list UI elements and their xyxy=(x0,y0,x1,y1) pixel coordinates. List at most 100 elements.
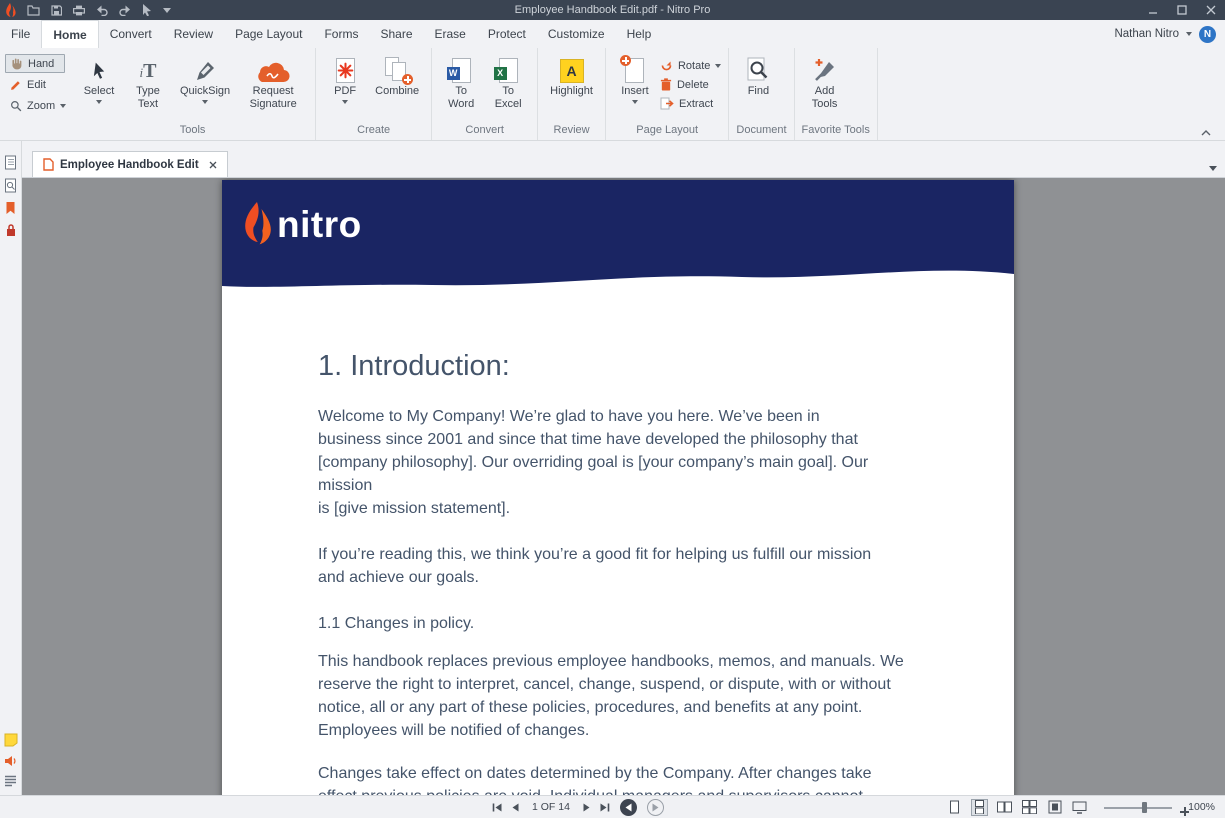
view-fullscreen-button[interactable] xyxy=(1071,799,1088,816)
trash-icon xyxy=(660,78,672,91)
previous-view-button[interactable] xyxy=(620,799,637,816)
page-header-band: nitro xyxy=(222,180,1014,260)
menu-file[interactable]: File xyxy=(0,20,41,48)
to-word-button[interactable]: W To Word xyxy=(439,51,483,112)
view-continuous-button[interactable] xyxy=(971,799,988,816)
select-button[interactable]: Select xyxy=(77,51,121,106)
zoom-tool-button[interactable]: Zoom xyxy=(5,97,65,115)
insert-button[interactable]: Insert xyxy=(613,51,657,106)
minimize-button[interactable] xyxy=(1138,0,1167,20)
redo-icon[interactable] xyxy=(119,5,131,16)
view-fit-page-button[interactable] xyxy=(1046,799,1063,816)
view-single-page-button[interactable] xyxy=(946,799,963,816)
view-facing-pages-button[interactable] xyxy=(996,799,1013,816)
menu-share[interactable]: Share xyxy=(369,20,423,48)
last-page-button[interactable] xyxy=(600,803,610,812)
next-page-button[interactable] xyxy=(583,803,590,812)
add-tools-button[interactable]: Add Tools xyxy=(802,51,848,112)
pdf-page: nitro 1. Introduction: Welcome to My Com… xyxy=(222,180,1014,795)
highlight-icon: A xyxy=(560,53,584,83)
text-line: notice, all or any part of these policie… xyxy=(318,696,1014,719)
chevron-down-icon xyxy=(715,64,721,68)
menu-bar: File Home Convert Review Page Layout For… xyxy=(0,20,1225,48)
ribbon-group-favorite-tools: Add Tools Favorite Tools xyxy=(795,48,878,140)
combine-label: Combine xyxy=(375,85,419,98)
text-line: reserve the right to interpret, cancel, … xyxy=(318,673,1014,696)
request-signature-button[interactable]: Request Signature xyxy=(238,51,308,112)
find-button[interactable]: Find xyxy=(736,51,780,100)
convert-group-label: Convert xyxy=(439,122,530,140)
signatures-panel-icon[interactable] xyxy=(5,223,17,237)
maximize-button[interactable] xyxy=(1167,0,1196,20)
type-text-button[interactable]: iT Type Text xyxy=(124,51,172,112)
menu-home[interactable]: Home xyxy=(41,20,98,48)
view-facing-continuous-button[interactable] xyxy=(1021,799,1038,816)
delete-label: Delete xyxy=(677,79,709,91)
document-tab[interactable]: Employee Handbook Edit xyxy=(32,151,228,177)
ribbon-group-convert: W To Word X To Excel Convert xyxy=(432,48,538,140)
combine-docs-icon xyxy=(385,53,409,83)
edit-label: Edit xyxy=(27,79,46,91)
pdf-starburst-icon xyxy=(336,53,355,83)
tab-close-icon[interactable] xyxy=(209,161,217,169)
menu-customize[interactable]: Customize xyxy=(537,20,616,48)
quicksign-button[interactable]: QuickSign xyxy=(175,51,235,106)
tools-group-label: Tools xyxy=(77,122,308,140)
combine-button[interactable]: Combine xyxy=(370,51,424,100)
sound-comment-icon[interactable] xyxy=(4,755,17,767)
menu-forms[interactable]: Forms xyxy=(313,20,369,48)
edit-tool-button[interactable]: Edit xyxy=(5,76,65,94)
tab-list-chevron-icon[interactable] xyxy=(1209,166,1225,177)
next-view-button[interactable] xyxy=(647,799,664,816)
menu-protect[interactable]: Protect xyxy=(477,20,537,48)
bookmarks-panel-icon[interactable] xyxy=(5,201,16,215)
delete-button[interactable]: Delete xyxy=(660,78,721,91)
pages-panel-icon[interactable] xyxy=(4,155,17,170)
select-tool-icon[interactable] xyxy=(142,4,152,16)
pdf-doc-icon xyxy=(43,158,54,171)
view-and-zoom-controls: 100% xyxy=(946,796,1215,818)
close-button[interactable] xyxy=(1196,0,1225,20)
save-icon[interactable] xyxy=(51,5,62,16)
collapse-ribbon-button[interactable] xyxy=(1201,130,1211,136)
rotate-button[interactable]: Rotate xyxy=(660,59,721,72)
undo-icon[interactable] xyxy=(96,5,108,16)
highlight-button[interactable]: A Highlight xyxy=(545,51,598,100)
menu-help[interactable]: Help xyxy=(616,20,663,48)
menu-erase[interactable]: Erase xyxy=(424,20,477,48)
menu-review[interactable]: Review xyxy=(163,20,224,48)
hand-tool-button[interactable]: Hand xyxy=(5,54,65,73)
text-line: and achieve our goals. xyxy=(318,566,1014,589)
titlebar: Employee Handbook Edit.pdf - Nitro Pro xyxy=(0,0,1225,20)
paragraph-good-fit: If you’re reading this, we think you’re … xyxy=(318,543,1014,589)
avatar[interactable]: N xyxy=(1199,26,1216,43)
comments-list-icon[interactable] xyxy=(4,775,17,787)
document-heading: 1. Introduction: xyxy=(318,350,1014,383)
menu-convert[interactable]: Convert xyxy=(99,20,163,48)
previous-page-button[interactable] xyxy=(512,803,519,812)
menu-page-layout[interactable]: Page Layout xyxy=(224,20,313,48)
comments-panel-icon[interactable] xyxy=(4,733,18,747)
document-subheading: 1.1 Changes in policy. xyxy=(318,612,1014,635)
first-page-button[interactable] xyxy=(492,803,502,812)
to-excel-button[interactable]: X To Excel xyxy=(486,51,530,112)
create-pdf-button[interactable]: PDF xyxy=(323,51,367,106)
zoom-slider-handle[interactable] xyxy=(1142,802,1147,813)
extract-label: Extract xyxy=(679,98,713,110)
signature-cloud-icon xyxy=(255,53,291,83)
print-icon[interactable] xyxy=(73,5,85,16)
page-navigation-panel-icon[interactable] xyxy=(4,178,17,193)
extract-button[interactable]: Extract xyxy=(660,97,721,110)
document-viewport[interactable]: nitro 1. Introduction: Welcome to My Com… xyxy=(22,178,1225,795)
account-area[interactable]: Nathan Nitro N xyxy=(1114,20,1225,48)
hand-label: Hand xyxy=(28,58,54,70)
window-title: Employee Handbook Edit.pdf - Nitro Pro xyxy=(0,0,1225,20)
quick-access-chevron-icon[interactable] xyxy=(163,8,171,13)
header-wave-shape xyxy=(222,260,1014,290)
zoom-slider[interactable] xyxy=(1104,801,1172,814)
chevron-down-icon xyxy=(342,100,348,104)
navigation-sidebar xyxy=(0,141,22,795)
nitro-logo-icon xyxy=(6,3,16,17)
open-file-icon[interactable] xyxy=(27,5,40,16)
select-label: Select xyxy=(84,85,115,98)
